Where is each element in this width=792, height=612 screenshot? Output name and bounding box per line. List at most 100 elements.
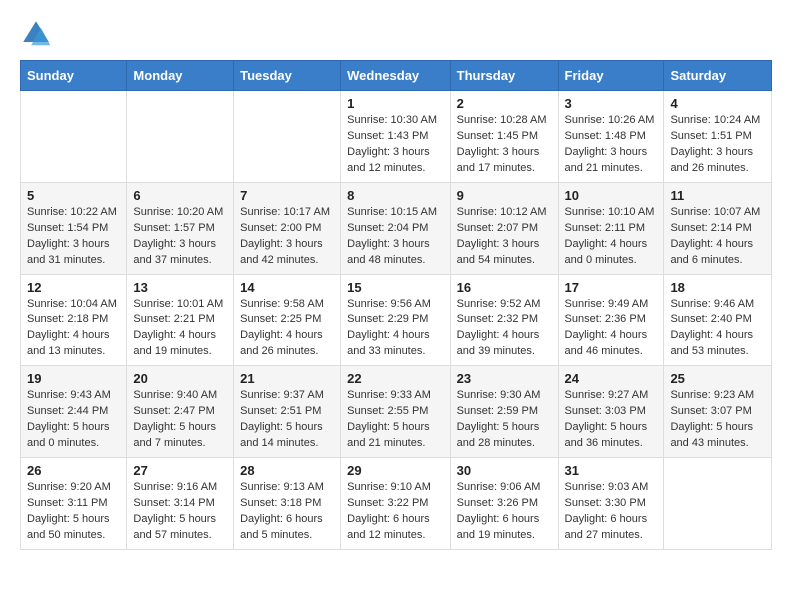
day-info: Sunrise: 10:20 AM Sunset: 1:57 PM Daylig… — [133, 205, 227, 269]
day-info: Sunrise: 9:37 AM Sunset: 2:51 PM Dayligh… — [240, 388, 334, 452]
day-info: Sunrise: 10:22 AM Sunset: 1:54 PM Daylig… — [27, 205, 120, 269]
day-cell: 10 Sunrise: 10:10 AM Sunset: 2:11 PM Dayl… — [558, 182, 664, 274]
day-info: Sunrise: 9:20 AM Sunset: 3:11 PM Dayligh… — [27, 480, 120, 544]
day-number: 4 — [670, 96, 765, 111]
day-number: 7 — [240, 188, 334, 203]
day-info: Sunrise: 10:01 AM Sunset: 2:21 PM Daylig… — [133, 297, 227, 361]
day-cell: 23 Sunrise: 9:30 AM Sunset: 2:59 PM Dayli… — [450, 366, 558, 458]
day-info: Sunrise: 9:43 AM Sunset: 2:44 PM Dayligh… — [27, 388, 120, 452]
day-info: Sunrise: 10:04 AM Sunset: 2:18 PM Daylig… — [27, 297, 120, 361]
day-cell: 24 Sunrise: 9:27 AM Sunset: 3:03 PM Dayli… — [558, 366, 664, 458]
day-number: 15 — [347, 280, 444, 295]
day-number: 28 — [240, 463, 334, 478]
weekday-header-thursday: Thursday — [450, 61, 558, 91]
day-number: 14 — [240, 280, 334, 295]
weekday-header-saturday: Saturday — [664, 61, 772, 91]
day-number: 2 — [457, 96, 552, 111]
day-number: 18 — [670, 280, 765, 295]
day-info: Sunrise: 9:30 AM Sunset: 2:59 PM Dayligh… — [457, 388, 552, 452]
day-info: Sunrise: 9:49 AM Sunset: 2:36 PM Dayligh… — [565, 297, 658, 361]
day-cell: 17 Sunrise: 9:49 AM Sunset: 2:36 PM Dayli… — [558, 274, 664, 366]
logo-icon — [20, 18, 52, 50]
day-cell: 22Sunrise: 9:33 AM Sunset: 2:55 PM Dayli… — [341, 366, 451, 458]
day-number: 20 — [133, 371, 227, 386]
day-number: 25 — [670, 371, 765, 386]
weekday-header-tuesday: Tuesday — [234, 61, 341, 91]
day-cell: 27 Sunrise: 9:16 AM Sunset: 3:14 PM Dayli… — [127, 458, 234, 550]
day-number: 3 — [565, 96, 658, 111]
day-number: 27 — [133, 463, 227, 478]
day-cell: 19 Sunrise: 9:43 AM Sunset: 2:44 PM Dayli… — [21, 366, 127, 458]
header — [20, 18, 772, 50]
day-number: 12 — [27, 280, 120, 295]
day-number: 10 — [565, 188, 658, 203]
day-cell: 1Sunrise: 10:30 AM Sunset: 1:43 PM Dayli… — [341, 91, 451, 183]
day-number: 8 — [347, 188, 444, 203]
day-number: 29 — [347, 463, 444, 478]
day-number: 16 — [457, 280, 552, 295]
day-cell — [127, 91, 234, 183]
day-number: 9 — [457, 188, 552, 203]
weekday-header-wednesday: Wednesday — [341, 61, 451, 91]
day-info: Sunrise: 9:56 AM Sunset: 2:29 PM Dayligh… — [347, 297, 444, 361]
day-cell: 31 Sunrise: 9:03 AM Sunset: 3:30 PM Dayli… — [558, 458, 664, 550]
day-number: 6 — [133, 188, 227, 203]
day-info: Sunrise: 9:13 AM Sunset: 3:18 PM Dayligh… — [240, 480, 334, 544]
day-number: 19 — [27, 371, 120, 386]
day-info: Sunrise: 9:06 AM Sunset: 3:26 PM Dayligh… — [457, 480, 552, 544]
day-cell: 25 Sunrise: 9:23 AM Sunset: 3:07 PM Dayli… — [664, 366, 772, 458]
day-cell: 21 Sunrise: 9:37 AM Sunset: 2:51 PM Dayli… — [234, 366, 341, 458]
day-cell: 16 Sunrise: 9:52 AM Sunset: 2:32 PM Dayli… — [450, 274, 558, 366]
day-info: Sunrise: 10:30 AM Sunset: 1:43 PM Daylig… — [347, 113, 444, 177]
day-info: Sunrise: 9:27 AM Sunset: 3:03 PM Dayligh… — [565, 388, 658, 452]
day-info: Sunrise: 9:16 AM Sunset: 3:14 PM Dayligh… — [133, 480, 227, 544]
day-cell: 11 Sunrise: 10:07 AM Sunset: 2:14 PM Dayl… — [664, 182, 772, 274]
day-info: Sunrise: 10:17 AM Sunset: 2:00 PM Daylig… — [240, 205, 334, 269]
day-cell: 7 Sunrise: 10:17 AM Sunset: 2:00 PM Dayli… — [234, 182, 341, 274]
day-cell: 12 Sunrise: 10:04 AM Sunset: 2:18 PM Dayl… — [21, 274, 127, 366]
weekday-header-row: SundayMondayTuesdayWednesdayThursdayFrid… — [21, 61, 772, 91]
day-number: 26 — [27, 463, 120, 478]
day-number: 23 — [457, 371, 552, 386]
weekday-header-monday: Monday — [127, 61, 234, 91]
week-row-2: 5Sunrise: 10:22 AM Sunset: 1:54 PM Dayli… — [21, 182, 772, 274]
day-info: Sunrise: 10:07 AM Sunset: 2:14 PM Daylig… — [670, 205, 765, 269]
day-cell — [234, 91, 341, 183]
calendar: SundayMondayTuesdayWednesdayThursdayFrid… — [20, 60, 772, 550]
page: SundayMondayTuesdayWednesdayThursdayFrid… — [0, 0, 792, 568]
day-cell: 30 Sunrise: 9:06 AM Sunset: 3:26 PM Dayli… — [450, 458, 558, 550]
day-number: 11 — [670, 188, 765, 203]
day-info: Sunrise: 9:23 AM Sunset: 3:07 PM Dayligh… — [670, 388, 765, 452]
day-cell: 2Sunrise: 10:28 AM Sunset: 1:45 PM Dayli… — [450, 91, 558, 183]
day-cell: 4 Sunrise: 10:24 AM Sunset: 1:51 PM Dayli… — [664, 91, 772, 183]
day-number: 24 — [565, 371, 658, 386]
day-cell: 8Sunrise: 10:15 AM Sunset: 2:04 PM Dayli… — [341, 182, 451, 274]
day-info: Sunrise: 9:03 AM Sunset: 3:30 PM Dayligh… — [565, 480, 658, 544]
logo — [20, 18, 58, 50]
day-info: Sunrise: 9:10 AM Sunset: 3:22 PM Dayligh… — [347, 480, 444, 544]
day-number: 30 — [457, 463, 552, 478]
day-cell: 26 Sunrise: 9:20 AM Sunset: 3:11 PM Dayli… — [21, 458, 127, 550]
day-cell: 6 Sunrise: 10:20 AM Sunset: 1:57 PM Dayli… — [127, 182, 234, 274]
day-number: 21 — [240, 371, 334, 386]
day-cell: 20 Sunrise: 9:40 AM Sunset: 2:47 PM Dayli… — [127, 366, 234, 458]
day-number: 17 — [565, 280, 658, 295]
day-info: Sunrise: 9:52 AM Sunset: 2:32 PM Dayligh… — [457, 297, 552, 361]
day-info: Sunrise: 10:24 AM Sunset: 1:51 PM Daylig… — [670, 113, 765, 177]
day-info: Sunrise: 9:40 AM Sunset: 2:47 PM Dayligh… — [133, 388, 227, 452]
week-row-4: 19 Sunrise: 9:43 AM Sunset: 2:44 PM Dayli… — [21, 366, 772, 458]
day-cell: 9 Sunrise: 10:12 AM Sunset: 2:07 PM Dayli… — [450, 182, 558, 274]
week-row-5: 26 Sunrise: 9:20 AM Sunset: 3:11 PM Dayli… — [21, 458, 772, 550]
day-cell: 29 Sunrise: 9:10 AM Sunset: 3:22 PM Dayli… — [341, 458, 451, 550]
day-cell: 13Sunrise: 10:01 AM Sunset: 2:21 PM Dayl… — [127, 274, 234, 366]
week-row-3: 12 Sunrise: 10:04 AM Sunset: 2:18 PM Dayl… — [21, 274, 772, 366]
day-cell: 15 Sunrise: 9:56 AM Sunset: 2:29 PM Dayli… — [341, 274, 451, 366]
day-cell — [664, 458, 772, 550]
day-info: Sunrise: 9:33 AM Sunset: 2:55 PM Dayligh… — [347, 388, 444, 452]
weekday-header-friday: Friday — [558, 61, 664, 91]
weekday-header-sunday: Sunday — [21, 61, 127, 91]
day-info: Sunrise: 10:12 AM Sunset: 2:07 PM Daylig… — [457, 205, 552, 269]
day-cell: 18Sunrise: 9:46 AM Sunset: 2:40 PM Dayli… — [664, 274, 772, 366]
day-number: 31 — [565, 463, 658, 478]
day-info: Sunrise: 10:10 AM Sunset: 2:11 PM Daylig… — [565, 205, 658, 269]
